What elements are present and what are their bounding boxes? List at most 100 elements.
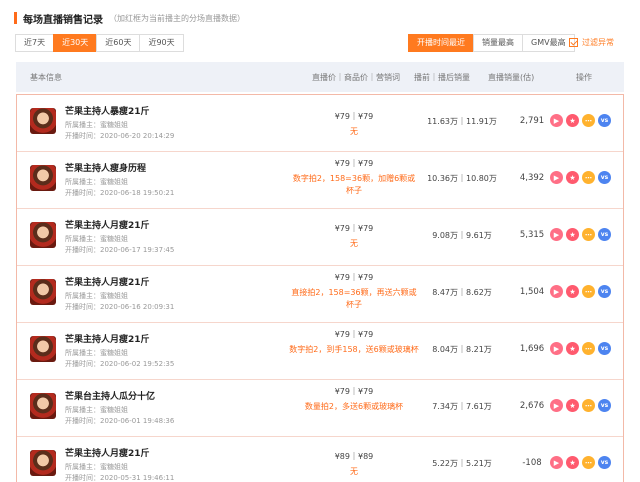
anchor-name: 所属播主：蜜糖姐姐 bbox=[65, 235, 128, 243]
start-time: 开播时间：2020-06-02 19:52:35 bbox=[65, 360, 175, 368]
star-icon[interactable]: ★ bbox=[566, 171, 579, 184]
sort-tabs: 开播时间最近 销量最高 GMV最高 bbox=[408, 34, 575, 52]
table-row: 芒果主持人瘦身历程 所属播主：蜜糖姐姐 开播时间：2020-06-18 19:5… bbox=[17, 152, 623, 209]
vs-icon[interactable]: vs bbox=[598, 114, 611, 127]
price-values: ¥79｜¥79 bbox=[334, 273, 374, 282]
star-icon[interactable]: ★ bbox=[566, 114, 579, 127]
more-icon[interactable]: ⋯ bbox=[582, 456, 595, 469]
range-tab-30[interactable]: 近30天 bbox=[53, 34, 98, 52]
col-basic: 基本信息 bbox=[30, 73, 62, 82]
star-icon[interactable]: ★ bbox=[566, 228, 579, 241]
live-thumbnail[interactable] bbox=[30, 165, 56, 191]
table-row: 芒果主持人月瘦21斤 所属播主：蜜糖姐姐 开播时间：2020-05-31 19:… bbox=[17, 437, 623, 482]
start-time: 开播时间：2020-06-20 20:14:29 bbox=[65, 132, 175, 140]
row-actions: ▶ ★ ⋯ vs bbox=[550, 171, 614, 184]
title-accent-bar bbox=[14, 12, 17, 24]
page-header: 每场直播销售记录 （加红框为当前播主的分场直播数据） bbox=[14, 10, 245, 26]
start-time: 开播时间：2020-06-18 19:50:21 bbox=[65, 189, 175, 197]
anchor-name: 所属播主：蜜糖姐姐 bbox=[65, 463, 128, 471]
start-time: 开播时间：2020-06-17 19:37:45 bbox=[65, 246, 175, 254]
row-actions: ▶ ★ ⋯ vs bbox=[550, 399, 614, 412]
star-icon[interactable]: ★ bbox=[566, 399, 579, 412]
live-thumbnail[interactable] bbox=[30, 336, 56, 362]
more-icon[interactable]: ⋯ bbox=[582, 114, 595, 127]
live-title[interactable]: 芒果台主持人瓜分十亿 bbox=[65, 389, 174, 402]
promo-text: 无 bbox=[350, 467, 358, 476]
page-title: 每场直播销售记录 bbox=[23, 14, 103, 26]
price-values: ¥79｜¥79 bbox=[334, 224, 374, 233]
price-values: ¥79｜¥79 bbox=[334, 159, 374, 168]
play-icon[interactable]: ▶ bbox=[550, 114, 563, 127]
promo-text: 数字拍2，158=36颗，加赠6颗或杯子 bbox=[292, 174, 416, 195]
promo-text: 数量拍2，多送6颗或玻璃杯 bbox=[304, 402, 404, 411]
range-tab-90[interactable]: 近90天 bbox=[139, 34, 184, 52]
star-icon[interactable]: ★ bbox=[566, 342, 579, 355]
checkbox-icon bbox=[569, 38, 578, 47]
more-icon[interactable]: ⋯ bbox=[582, 285, 595, 298]
live-thumbnail[interactable] bbox=[30, 450, 56, 476]
promo-text: 无 bbox=[350, 127, 358, 136]
page-subtitle: （加红框为当前播主的分场直播数据） bbox=[109, 13, 245, 23]
play-icon[interactable]: ▶ bbox=[550, 399, 563, 412]
row-actions: ▶ ★ ⋯ vs bbox=[550, 342, 614, 355]
row-actions: ▶ ★ ⋯ vs bbox=[550, 285, 614, 298]
start-time: 开播时间：2020-06-16 20:09:31 bbox=[65, 303, 175, 311]
row-actions: ▶ ★ ⋯ vs bbox=[550, 228, 614, 241]
col-price: 直播价｜商品价｜营销词 bbox=[312, 73, 400, 82]
more-icon[interactable]: ⋯ bbox=[582, 171, 595, 184]
col-views: 播前｜播后销量 bbox=[414, 73, 470, 82]
live-thumbnail[interactable] bbox=[30, 279, 56, 305]
row-actions: ▶ ★ ⋯ vs bbox=[550, 114, 614, 127]
play-icon[interactable]: ▶ bbox=[550, 285, 563, 298]
more-icon[interactable]: ⋯ bbox=[582, 228, 595, 241]
sort-tab-gmv[interactable]: GMV最高 bbox=[522, 34, 575, 52]
vs-icon[interactable]: vs bbox=[598, 456, 611, 469]
vs-icon[interactable]: vs bbox=[598, 285, 611, 298]
filter-anomaly-checkbox[interactable]: 过滤异常 bbox=[569, 37, 614, 48]
range-tab-60[interactable]: 近60天 bbox=[96, 34, 141, 52]
vs-icon[interactable]: vs bbox=[598, 171, 611, 184]
price-values: ¥79｜¥79 bbox=[334, 112, 374, 121]
live-title[interactable]: 芒果主持人瘦身历程 bbox=[65, 161, 174, 174]
price-values: ¥79｜¥79 bbox=[334, 387, 374, 396]
anchor-name: 所属播主：蜜糖姐姐 bbox=[65, 178, 128, 186]
table-header: 基本信息 直播价｜商品价｜营销词 播前｜播后销量 直播销量(估) 操作 bbox=[16, 62, 624, 92]
play-icon[interactable]: ▶ bbox=[550, 342, 563, 355]
live-title[interactable]: 芒果主持人月瘦21斤 bbox=[65, 275, 174, 288]
live-thumbnail[interactable] bbox=[30, 222, 56, 248]
play-icon[interactable]: ▶ bbox=[550, 456, 563, 469]
row-actions: ▶ ★ ⋯ vs bbox=[550, 456, 614, 469]
start-time: 开播时间：2020-05-31 19:46:11 bbox=[65, 474, 175, 482]
col-ops: 操作 bbox=[576, 73, 592, 82]
live-title[interactable]: 芒果主持人月瘦21斤 bbox=[65, 446, 174, 459]
star-icon[interactable]: ★ bbox=[566, 285, 579, 298]
promo-text: 无 bbox=[350, 239, 358, 248]
play-icon[interactable]: ▶ bbox=[550, 171, 563, 184]
table-row: 芒果主持人月瘦21斤 所属播主：蜜糖姐姐 开播时间：2020-06-02 19:… bbox=[17, 323, 623, 380]
live-title[interactable]: 芒果主持人月瘦21斤 bbox=[65, 332, 174, 345]
anchor-name: 所属播主：蜜糖姐姐 bbox=[65, 349, 128, 357]
vs-icon[interactable]: vs bbox=[598, 228, 611, 241]
start-time: 开播时间：2020-06-01 19:48:36 bbox=[65, 417, 175, 425]
price-values: ¥79｜¥79 bbox=[334, 330, 374, 339]
promo-text: 直接拍2，158=36颗，再送六颗或杯子 bbox=[291, 288, 417, 309]
play-icon[interactable]: ▶ bbox=[550, 228, 563, 241]
live-thumbnail[interactable] bbox=[30, 108, 56, 134]
filter-label: 过滤异常 bbox=[582, 38, 614, 47]
range-tab-7[interactable]: 近7天 bbox=[15, 34, 55, 52]
more-icon[interactable]: ⋯ bbox=[582, 342, 595, 355]
price-values: ¥89｜¥89 bbox=[334, 452, 374, 461]
live-thumbnail[interactable] bbox=[30, 393, 56, 419]
anchor-name: 所属播主：蜜糖姐姐 bbox=[65, 121, 128, 129]
anchor-name: 所属播主：蜜糖姐姐 bbox=[65, 406, 128, 414]
live-title[interactable]: 芒果主持人暴瘦21斤 bbox=[65, 104, 174, 117]
star-icon[interactable]: ★ bbox=[566, 456, 579, 469]
vs-icon[interactable]: vs bbox=[598, 342, 611, 355]
table-row: 芒果主持人月瘦21斤 所属播主：蜜糖姐姐 开播时间：2020-06-16 20:… bbox=[17, 266, 623, 323]
sort-tab-sales[interactable]: 销量最高 bbox=[473, 34, 523, 52]
sort-tab-recent[interactable]: 开播时间最近 bbox=[408, 34, 474, 52]
more-icon[interactable]: ⋯ bbox=[582, 399, 595, 412]
range-tabs: 近7天 近30天 近60天 近90天 bbox=[15, 34, 184, 52]
vs-icon[interactable]: vs bbox=[598, 399, 611, 412]
live-title[interactable]: 芒果主持人月瘦21斤 bbox=[65, 218, 174, 231]
